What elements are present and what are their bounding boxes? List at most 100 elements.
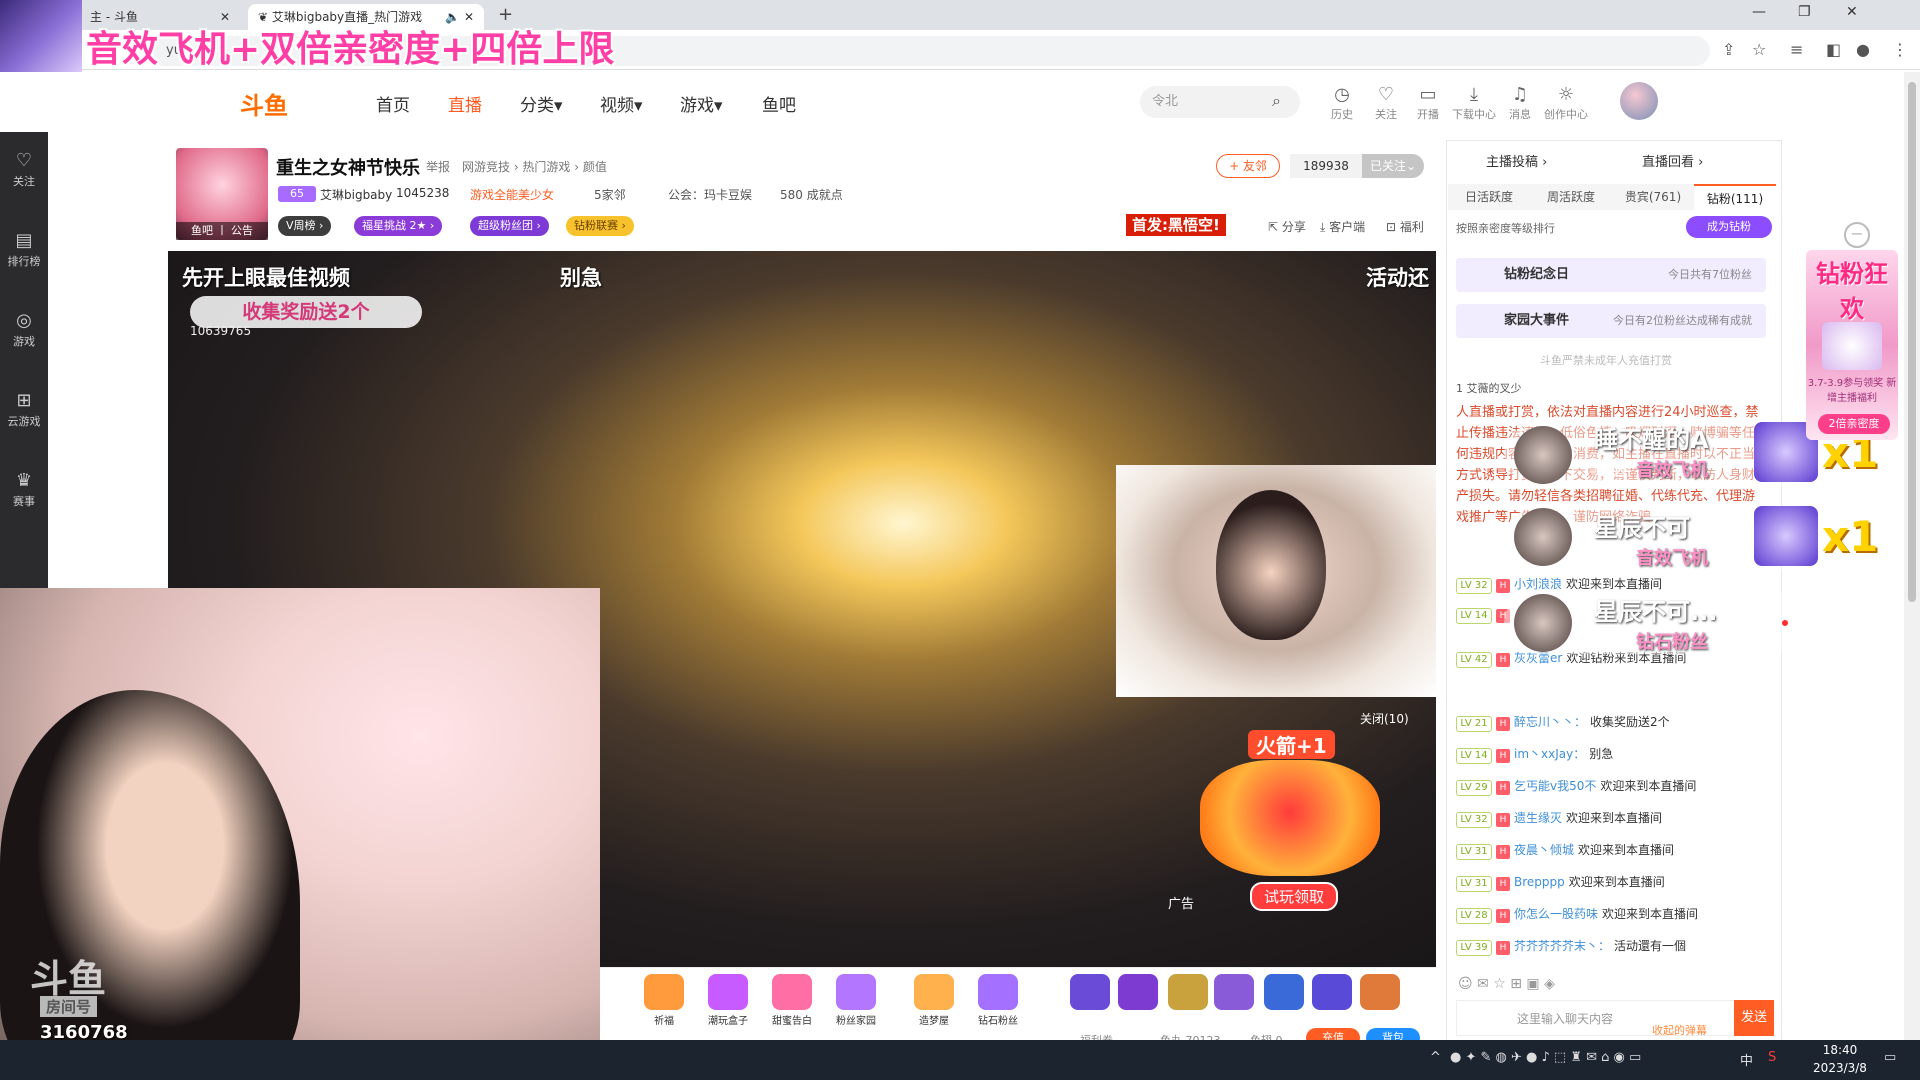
neighbors-count[interactable]: 5家邻	[594, 186, 626, 203]
gift-item[interactable]: 祈福	[636, 974, 692, 1027]
chat-username[interactable]: 遗生缘灭	[1514, 811, 1562, 825]
rocket-claim-button[interactable]: 试玩领取	[1250, 882, 1339, 911]
gift-item[interactable]	[1110, 974, 1166, 1012]
tray-chevron-icon[interactable]: ^	[1430, 1050, 1441, 1065]
reading-list-icon[interactable]: ≡	[1790, 40, 1803, 59]
tab-daily-activity[interactable]: 日活跃度	[1448, 184, 1530, 210]
gift-item[interactable]: 甜蜜告白	[764, 974, 820, 1027]
profile-icon[interactable]: ●	[1856, 40, 1870, 59]
chat-message[interactable]: LV 28 H 你怎么一股药味 欢迎来到本直播间	[1456, 902, 1766, 926]
level-badge: LV 42	[1456, 652, 1492, 668]
search-icon[interactable]: ⌕	[1272, 91, 1281, 111]
rocket-ad-image[interactable]	[1200, 760, 1380, 876]
nav-live[interactable]: 直播	[448, 91, 482, 116]
chat-message[interactable]: LV 39 H 芥芥芥芥芥末丶： 活动還有一個	[1456, 934, 1766, 958]
become-diamond-fan-button[interactable]: 成为钻粉	[1686, 216, 1772, 238]
star-icon[interactable]: ☆	[1752, 40, 1766, 59]
chat-message[interactable]: LV 21 H 醉忘川丶丶： 收集奖励送2个	[1456, 710, 1766, 734]
chat-username[interactable]: 芥芥芥芥芥末丶：	[1514, 939, 1610, 953]
rank-entry-1[interactable]: 1 艾薇的叉少	[1456, 380, 1522, 396]
clock-date[interactable]: 2023/3/8	[1800, 1061, 1880, 1075]
maximize-button[interactable]: ❐	[1798, 4, 1811, 20]
tab-contribute[interactable]: 主播投稿 ›	[1486, 151, 1547, 170]
share-button[interactable]: ⇱ 分享	[1268, 218, 1306, 235]
chat-username[interactable]: 乞丐能v我50不	[1514, 779, 1596, 793]
home-event-banner[interactable]: 家园大事件 今日有2位粉丝达成稀有成就	[1456, 304, 1766, 338]
gift-item[interactable]: 潮玩盒子	[700, 974, 756, 1027]
tab-replay[interactable]: 直播回看 ›	[1642, 151, 1703, 170]
nav-category[interactable]: 分类▾	[520, 91, 563, 116]
sogou-icon[interactable]: S	[1768, 1050, 1776, 1065]
fishbar-announcement-link[interactable]: 鱼吧 丨 公告	[176, 222, 268, 240]
gift-item[interactable]: 粉丝家园	[828, 974, 884, 1027]
sidebar-item-cloud-game[interactable]: ⊞ 云游戏	[0, 390, 48, 429]
share-icon[interactable]: ⇪	[1722, 40, 1735, 59]
download-icon[interactable]: ⤓	[1456, 84, 1492, 105]
welfare-button[interactable]: ⊡ 福利	[1386, 218, 1424, 235]
tab-weekly-activity[interactable]: 周活跃度	[1530, 184, 1612, 210]
danmaku-toggle[interactable]: 收起的弹幕	[1652, 1022, 1707, 1038]
first-broadcast-banner[interactable]: 首发:黑悟空!	[1126, 214, 1226, 236]
douyu-logo[interactable]: 斗鱼	[240, 86, 288, 121]
clock-time[interactable]: 18:40	[1816, 1043, 1864, 1057]
report-link[interactable]: 举报	[426, 158, 450, 175]
tray-app-icons[interactable]: ● ✦ ✎ ◍ ✈ ● ♪ ⬚ ♜ ✉ ⌂ ◉ ▭	[1450, 1050, 1641, 1065]
heart-icon[interactable]: ♡	[1368, 84, 1404, 105]
tab-diamond-fans[interactable]: 钻粉(111)	[1694, 184, 1776, 210]
sidepanel-icon[interactable]: ◧	[1826, 40, 1841, 59]
close-window-button[interactable]: ✕	[1846, 4, 1858, 20]
avatar[interactable]	[1620, 82, 1658, 120]
streamer-name[interactable]: 艾琳bigbaby	[320, 186, 392, 203]
chat-username[interactable]: 你怎么一股药味	[1514, 907, 1598, 921]
lucky-challenge-badge[interactable]: 福星挑战 2★ ›	[354, 216, 443, 236]
nav-video[interactable]: 视频▾	[600, 91, 643, 116]
ad-close-button[interactable]: 关闭(10)	[1360, 710, 1409, 727]
diamond-anniversary-banner[interactable]: 钻粉纪念日 今日共有7位粉丝	[1456, 258, 1766, 292]
tab-vip[interactable]: 贵宾(761)	[1612, 184, 1694, 210]
sidebar-item-ranking[interactable]: ▤ 排行榜	[0, 230, 48, 269]
gift-item[interactable]	[1206, 974, 1262, 1012]
menu-icon[interactable]: ⋮	[1892, 40, 1908, 59]
notification-icon[interactable]: ▭	[1884, 1050, 1896, 1065]
ime-indicator[interactable]: 中	[1740, 1050, 1753, 1069]
broadcast-icon[interactable]: ▭	[1410, 84, 1446, 105]
gift-item[interactable]: 钻石粉丝	[970, 974, 1026, 1027]
weekly-rank-badge[interactable]: V周榜 ›	[278, 216, 332, 236]
chat-username[interactable]: 醉忘川丶丶：	[1514, 715, 1586, 729]
chat-text: 收集奖励送2个	[1590, 715, 1670, 729]
sidebar-item-events[interactable]: ♛ 赛事	[0, 470, 48, 509]
client-label: 客户端	[1329, 220, 1366, 234]
sidebar-item-game[interactable]: ◎ 游戏	[0, 310, 48, 349]
diamond-league-badge[interactable]: 钻粉联赛 ›	[566, 216, 634, 236]
gift-item[interactable]	[1352, 974, 1408, 1012]
chat-message[interactable]: LV 14 Him丶xxJay： 别急	[1456, 742, 1766, 766]
achievement-points[interactable]: 580 成就点	[780, 186, 843, 203]
chat-message[interactable]: LV 31 H Brepppp 欢迎来到本直播间	[1456, 870, 1766, 894]
bell-icon[interactable]: ♫	[1502, 84, 1538, 105]
chat-input[interactable]: 这里输入聊天内容	[1456, 1000, 1766, 1036]
followed-button[interactable]: 已关注⌄	[1362, 154, 1424, 178]
gift-item[interactable]: 造梦屋	[906, 974, 962, 1027]
nav-fishbar[interactable]: 鱼吧	[762, 91, 796, 116]
chat-username[interactable]: 夜晨丶倾城	[1514, 843, 1574, 857]
chat-message[interactable]: LV 31 H 夜晨丶倾城 欢迎来到本直播间	[1456, 838, 1766, 862]
chat-username[interactable]: 小刘浪浪	[1514, 577, 1562, 591]
bulb-icon[interactable]: ☼	[1548, 84, 1584, 105]
guild-label[interactable]: 公会：玛卡豆娱	[668, 186, 752, 203]
minimize-button[interactable]: —	[1752, 4, 1766, 20]
chat-username[interactable]: im丶xxJay：	[1514, 747, 1585, 761]
super-fan-club-badge[interactable]: 超级粉丝团 ›	[470, 216, 549, 236]
scrollbar-thumb[interactable]	[1908, 82, 1916, 602]
chat-message[interactable]: LV 29 H 乞丐能v我50不 欢迎来到本直播间	[1456, 774, 1766, 798]
add-neighbor-button[interactable]: + 友邻	[1216, 154, 1280, 178]
nav-home[interactable]: 首页	[376, 91, 410, 116]
history-icon[interactable]: ◷	[1324, 84, 1360, 105]
category-breadcrumb[interactable]: 网游竞技 › 热门游戏 › 颜值	[462, 158, 607, 175]
sidebar-item-follow[interactable]: ♡ 关注	[0, 150, 48, 189]
nav-game[interactable]: 游戏▾	[680, 91, 723, 116]
chat-username[interactable]: Brepppp	[1514, 875, 1565, 889]
collapse-icon[interactable]: −	[1844, 222, 1870, 248]
client-button[interactable]: ⤓ 客户端	[1320, 218, 1365, 235]
chat-message[interactable]: LV 32 H 遗生缘灭 欢迎来到本直播间	[1456, 806, 1766, 830]
send-button[interactable]: 发送	[1734, 1000, 1774, 1036]
